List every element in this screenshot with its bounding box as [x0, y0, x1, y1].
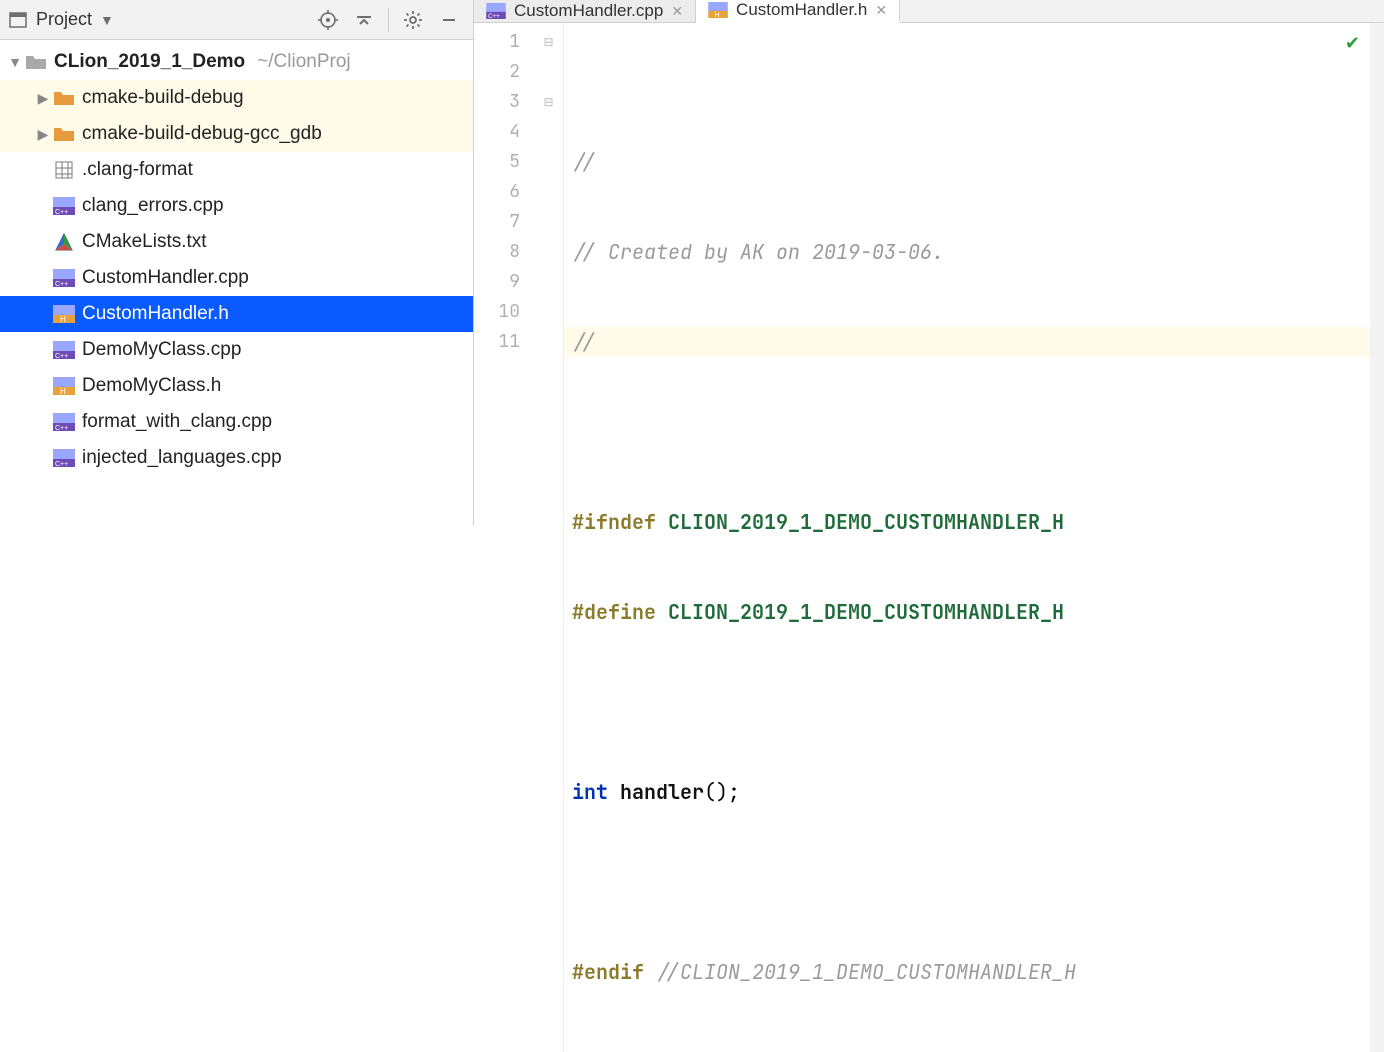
project-toolbar-label[interactable]: Project	[36, 9, 92, 30]
tab-label: CustomHandler.cpp	[514, 1, 663, 21]
cmake-file-icon	[52, 230, 76, 254]
chevron-right-icon[interactable]: ▶	[34, 90, 52, 107]
svg-text:C++: C++	[55, 281, 68, 287]
cpp-file-icon: C++	[52, 338, 76, 362]
fold-marker-icon[interactable]: ⊟	[534, 27, 563, 57]
code-text: handler	[620, 779, 704, 805]
tree-item-file[interactable]: C++ CustomHandler.cpp	[0, 260, 473, 296]
code-text: //CLION_2019_1_DEMO_CUSTOMHANDLER_H	[656, 959, 1076, 985]
code-text: // Created by AK on 2019-03-06.	[572, 239, 944, 265]
project-view-dropdown-icon[interactable]: ▼	[100, 12, 114, 28]
cpp-file-icon: C++	[52, 446, 76, 470]
tree-item-label: CustomHandler.cpp	[82, 267, 249, 289]
fold-marker-icon[interactable]: ⊟	[534, 87, 563, 117]
inspection-ok-icon[interactable]: ✔	[1345, 29, 1360, 59]
close-icon[interactable]: ✕	[671, 3, 683, 20]
svg-text:H: H	[714, 11, 719, 18]
code-editor[interactable]: 123456 7891011 ⊟ ⊟ // // Created by AK o…	[474, 23, 1384, 1052]
chevron-down-icon[interactable]: ▼	[6, 54, 24, 70]
tree-item-folder[interactable]: ▶ cmake-build-debug-gcc_gdb	[0, 116, 473, 152]
folder-icon	[24, 50, 48, 74]
hide-panel-icon[interactable]	[433, 4, 465, 36]
gear-icon[interactable]	[397, 4, 429, 36]
tree-item-file[interactable]: C++ format_with_clang.cpp	[0, 404, 473, 440]
h-file-icon: H	[708, 0, 728, 20]
tree-item-file[interactable]: C++ clang_errors.cpp	[0, 188, 473, 224]
cpp-file-icon: C++	[52, 410, 76, 434]
svg-text:C++: C++	[488, 13, 500, 19]
project-window-icon	[8, 10, 28, 30]
tree-item-folder[interactable]: ▶ cmake-build-debug	[0, 80, 473, 116]
folder-icon	[52, 122, 76, 146]
tree-root[interactable]: ▼ CLion_2019_1_Demo ~/ClionProj	[0, 44, 473, 80]
svg-text:C++: C++	[55, 209, 68, 215]
locate-target-icon[interactable]	[312, 4, 344, 36]
code-text: #ifndef	[572, 509, 656, 535]
tree-item-file[interactable]: .clang-format	[0, 152, 473, 188]
code-text: #endif	[572, 959, 644, 985]
fold-column[interactable]: ⊟ ⊟	[534, 23, 564, 1052]
h-file-icon: H	[52, 302, 76, 326]
h-file-icon: H	[52, 374, 76, 398]
tree-item-file[interactable]: C++ injected_languages.cpp	[0, 440, 473, 476]
cursor-line-highlight	[564, 327, 1370, 357]
tree-item-label: clang_errors.cpp	[82, 195, 224, 217]
svg-text:C++: C++	[55, 353, 68, 359]
tree-item-label: CustomHandler.h	[82, 303, 229, 325]
chevron-right-icon[interactable]: ▶	[34, 126, 52, 143]
tree-root-name: CLion_2019_1_Demo	[54, 51, 245, 73]
tree-item-file[interactable]: H DemoMyClass.h	[0, 368, 473, 404]
editor-area: C++ CustomHandler.cpp ✕ H CustomHandler.…	[474, 0, 1384, 526]
code-text: int	[572, 779, 608, 805]
cpp-file-icon: C++	[52, 194, 76, 218]
tree-item-label: cmake-build-debug-gcc_gdb	[82, 123, 322, 145]
editor-scrollbar[interactable]	[1370, 23, 1384, 1052]
svg-text:C++: C++	[55, 461, 68, 467]
svg-text:H: H	[60, 387, 66, 395]
project-panel: Project ▼ ▼ CLion_2019_1_Demo ~/ClionPro…	[0, 0, 474, 526]
tree-item-file[interactable]: CMakeLists.txt	[0, 224, 473, 260]
code-text: ();	[704, 779, 740, 805]
code-text: CLION_2019_1_DEMO_CUSTOMHANDLER_H	[668, 509, 1064, 535]
editor-tab-bar: C++ CustomHandler.cpp ✕ H CustomHandler.…	[474, 0, 1384, 23]
tree-item-label: CMakeLists.txt	[82, 231, 207, 253]
tab-label: CustomHandler.h	[736, 0, 867, 20]
close-icon[interactable]: ✕	[875, 2, 887, 19]
tree-item-label: DemoMyClass.cpp	[82, 339, 241, 361]
tab-customhandler-cpp[interactable]: C++ CustomHandler.cpp ✕	[474, 0, 696, 22]
tree-item-label: .clang-format	[82, 159, 193, 181]
tree-root-path: ~/ClionProj	[257, 51, 350, 73]
tree-item-file-selected[interactable]: H CustomHandler.h	[0, 296, 473, 332]
tree-item-label: injected_languages.cpp	[82, 447, 282, 469]
code-area[interactable]: // // Created by AK on 2019-03-06. // #i…	[564, 23, 1370, 1052]
tree-item-file[interactable]: C++ DemoMyClass.cpp	[0, 332, 473, 368]
project-tree[interactable]: ▼ CLion_2019_1_Demo ~/ClionProj ▶ cmake-…	[0, 40, 473, 526]
code-text: //	[572, 329, 596, 355]
grid-file-icon	[52, 158, 76, 182]
cpp-file-icon: C++	[486, 1, 506, 21]
svg-text:C++: C++	[55, 425, 68, 431]
code-text: CLION_2019_1_DEMO_CUSTOMHANDLER_H	[668, 599, 1064, 625]
line-gutter: 123456 7891011	[474, 23, 534, 1052]
collapse-all-icon[interactable]	[348, 4, 380, 36]
tree-item-label: format_with_clang.cpp	[82, 411, 272, 433]
tree-item-label: cmake-build-debug	[82, 87, 244, 109]
tree-item-label: DemoMyClass.h	[82, 375, 221, 397]
svg-text:H: H	[60, 315, 66, 323]
toolbar-separator	[388, 8, 389, 32]
folder-icon	[52, 86, 76, 110]
code-text: #define	[572, 599, 656, 625]
tab-customhandler-h[interactable]: H CustomHandler.h ✕	[696, 0, 900, 23]
project-toolbar: Project ▼	[0, 0, 473, 40]
code-text: //	[572, 149, 596, 175]
cpp-file-icon: C++	[52, 266, 76, 290]
